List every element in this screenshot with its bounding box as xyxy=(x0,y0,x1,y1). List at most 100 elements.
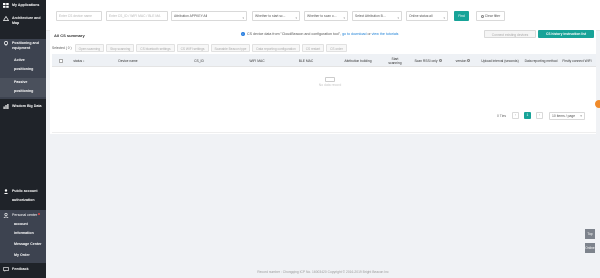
cs-restart-button[interactable]: CS restart xyxy=(301,44,325,52)
column-header-ble-mac: BLE MAC xyxy=(298,58,314,63)
sidebar-subitem-account-information[interactable]: account information xyxy=(0,222,46,236)
sidebar-item-label: Feedback xyxy=(12,267,29,271)
footer-copyright: Record number : Chongqing ICP No. 160034… xyxy=(257,270,389,274)
pagination-next-button[interactable]: › xyxy=(536,112,543,119)
tutorials-link[interactable]: view the tutorials xyxy=(372,32,399,36)
subitem-label: Passive xyxy=(14,80,28,84)
chevron-down-icon: ▾ xyxy=(580,114,582,118)
column-header-device-name: Device name xyxy=(118,58,138,63)
sidebar-subitem-passive-positioning[interactable]: Passive positioning xyxy=(0,78,46,97)
attribution-appkey-select[interactable]: Attribution APPKEY:All ▾ xyxy=(171,11,247,21)
empty-state-text: No data record xyxy=(318,83,342,87)
cs-id-search-input[interactable]: Enter CS_ID / WIFI MAC / BLE MA xyxy=(106,11,168,21)
sidebar-item-wisdom-big-data[interactable]: Wisdom Big Data xyxy=(0,104,46,109)
sidebar-group-positioning: Positioning and equipment Active positio… xyxy=(0,39,46,99)
download-link[interactable]: go to download xyxy=(342,32,366,36)
table-header: status ↕ Device name CS_ID WIFI MAC BLE … xyxy=(52,54,596,67)
sidebar-item-label-line2: equipment xyxy=(12,46,31,50)
sidebar-item-my-applications[interactable]: My Applications xyxy=(0,3,46,8)
checkbox-box xyxy=(59,58,63,63)
device-name-search-input[interactable]: Enter CS device name xyxy=(56,11,102,21)
column-header-wifi-mac: WIFI MAC xyxy=(249,58,265,63)
subitem-label: Message Center xyxy=(14,242,42,246)
help-icon[interactable]: ? xyxy=(438,59,442,62)
batch-action-row: Selected ( 0 ) Open scanning Stop scanni… xyxy=(52,44,347,52)
clear-filter-button[interactable]: Clear filter xyxy=(476,11,505,21)
page-title: All CS summary xyxy=(54,33,85,38)
whether-scan-only-select[interactable]: Whether to scan o... ▾ xyxy=(304,11,348,21)
sidebar-item-public-account[interactable]: Public account authorization xyxy=(0,189,46,203)
sidebar-item-label: Personal center xyxy=(12,213,38,217)
selected-count: Selected ( 0 ) xyxy=(52,46,72,50)
subitem-label: My Order xyxy=(14,253,30,257)
pagination-total: 0 Ties xyxy=(497,114,507,118)
subitem-label: Active xyxy=(14,58,25,62)
select-attribution-building-select[interactable]: Select Attribution B... ▾ xyxy=(352,11,402,21)
sidebar-item-label: My Applications xyxy=(12,3,40,7)
select-value: Whether to start sc... xyxy=(255,14,286,18)
sidebar-subitem-active-positioning[interactable]: Active positioning xyxy=(0,58,46,72)
sidebar-item-architecture[interactable]: Architecture and Map xyxy=(0,15,46,26)
find-button[interactable]: Find xyxy=(454,11,469,21)
empty-box-icon xyxy=(325,77,335,82)
help-icon[interactable]: ? xyxy=(467,59,471,62)
sidebar-subitem-message-center[interactable]: Message Center xyxy=(0,242,46,247)
column-header-status[interactable]: status ↕ xyxy=(70,54,88,67)
column-header-cs-id: CS_ID xyxy=(194,58,204,63)
select-value: Select Attribution B... xyxy=(355,14,386,18)
cs-wifi-settings-button[interactable]: CS WIFI settings xyxy=(176,44,209,52)
connect-existing-devices-button[interactable]: Connect existing devices xyxy=(484,30,536,38)
column-header-upload-interval: Upload interval (seconds) xyxy=(481,58,519,63)
clear-icon xyxy=(480,14,484,18)
column-header-data-reporting-method: Data reporting method xyxy=(524,58,558,63)
sidebar-item-label: Public account xyxy=(12,189,38,193)
sidebar-group-personal: Personal center account information Mess… xyxy=(0,210,46,263)
column-header-label: Scan RSSI only xyxy=(414,58,438,63)
empty-state: No data record xyxy=(310,77,350,87)
online-service-button[interactable]: Online xyxy=(585,243,595,253)
notification-dot xyxy=(38,213,41,215)
chevron-down-icon: ▾ xyxy=(242,16,244,20)
scanable-beacon-type-button[interactable]: Scanable Beacon type xyxy=(210,44,251,52)
grid-icon xyxy=(3,3,9,8)
whether-start-scan-select[interactable]: Whether to start sc... ▾ xyxy=(252,11,300,21)
page-size-select[interactable]: 10 items / page ▾ xyxy=(549,112,585,120)
sidebar-item-positioning[interactable]: Positioning and equipment xyxy=(0,41,46,51)
sidebar-item-feedback[interactable]: Feedback xyxy=(0,267,46,272)
select-value: Attribution APPKEY:All xyxy=(174,14,208,18)
chart-icon xyxy=(3,104,9,109)
sidebar-item-label-line2: Map xyxy=(12,21,20,25)
data-reporting-configuration-button[interactable]: Data reporting configuration xyxy=(252,44,300,52)
select-value: Whether to scan o... xyxy=(307,14,337,18)
sidebar: My Applications Architecture and Map Pos… xyxy=(0,0,46,278)
cs-history-instruction-list-button[interactable]: CS history instruction list xyxy=(538,30,594,38)
select-all-checkbox[interactable] xyxy=(56,54,66,67)
info-text: CS device data from "CloudBeacon and con… xyxy=(247,32,342,36)
open-scanning-button[interactable]: Open scanning xyxy=(74,44,105,52)
page-size-value: 10 items / page xyxy=(552,114,576,118)
select-value: Online status:all xyxy=(409,14,433,18)
cs-order-button[interactable]: CS order xyxy=(326,44,347,52)
info-icon: i xyxy=(241,32,245,37)
column-header-attribution-building: Attribution building xyxy=(344,58,372,63)
cs-bluetooth-settings-button[interactable]: CS bluetooth settings xyxy=(136,44,175,52)
column-header-version: version? xyxy=(450,54,476,67)
sidebar-item-personal-center[interactable]: Personal center xyxy=(0,212,46,219)
person-icon xyxy=(3,212,9,219)
user-icon xyxy=(3,189,9,194)
column-header-label: version xyxy=(455,58,467,63)
online-status-select[interactable]: Online status:all ▾ xyxy=(406,11,448,21)
chat-bubble-icon[interactable] xyxy=(595,100,600,108)
pagination-prev-button[interactable]: ‹ xyxy=(512,112,519,119)
pagination-page-1[interactable]: 1 xyxy=(524,112,531,119)
sidebar-item-label: Wisdom Big Data xyxy=(12,104,42,108)
subitem-label: account xyxy=(14,222,28,226)
stop-scanning-button[interactable]: Stop scanning xyxy=(106,44,135,52)
back-to-top-button[interactable]: Top xyxy=(585,229,595,239)
subitem-label-line2: positioning xyxy=(14,88,34,93)
chevron-down-icon: ▾ xyxy=(343,16,345,20)
sidebar-subitem-my-order[interactable]: My Order xyxy=(0,253,46,258)
chevron-down-icon: ▾ xyxy=(443,16,445,20)
sidebar-item-label-line2: authorization xyxy=(12,198,35,202)
info-text-or: or xyxy=(367,32,371,36)
